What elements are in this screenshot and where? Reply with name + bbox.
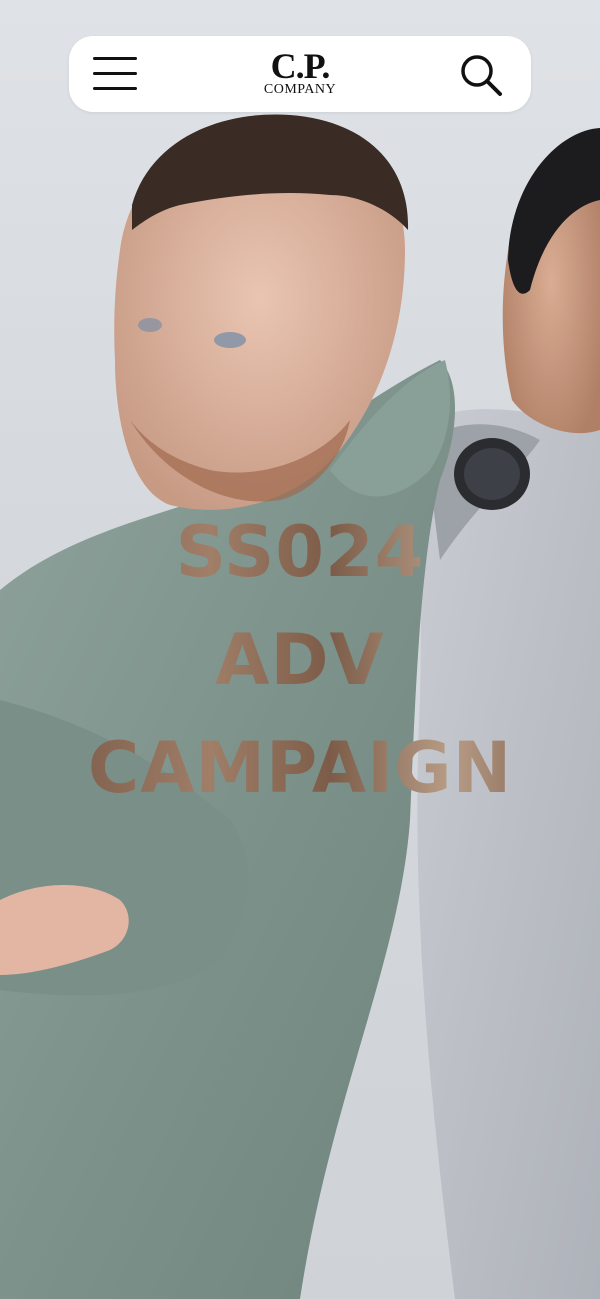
search-icon-glyph (461, 55, 502, 96)
menu-line (93, 57, 137, 60)
menu-line (93, 72, 137, 75)
campaign-headline: SS024 ADV CAMPAIGN (0, 498, 600, 822)
top-navigation-bar: C.P. COMPANY (69, 36, 531, 112)
hero-campaign-image[interactable]: SS024 ADV CAMPAIGN (0, 0, 600, 1299)
headline-line: ADV (0, 606, 600, 714)
logo-wordmark: COMPANY (263, 82, 337, 97)
search-icon[interactable] (457, 52, 507, 98)
headline-line: SS024 (0, 498, 600, 606)
brand-logo[interactable]: C.P. COMPANY (245, 46, 355, 101)
menu-line (93, 87, 137, 90)
logo-mark: C.P. (270, 46, 331, 86)
hamburger-menu-icon[interactable] (91, 54, 141, 94)
headline-line: CAMPAIGN (0, 714, 600, 822)
